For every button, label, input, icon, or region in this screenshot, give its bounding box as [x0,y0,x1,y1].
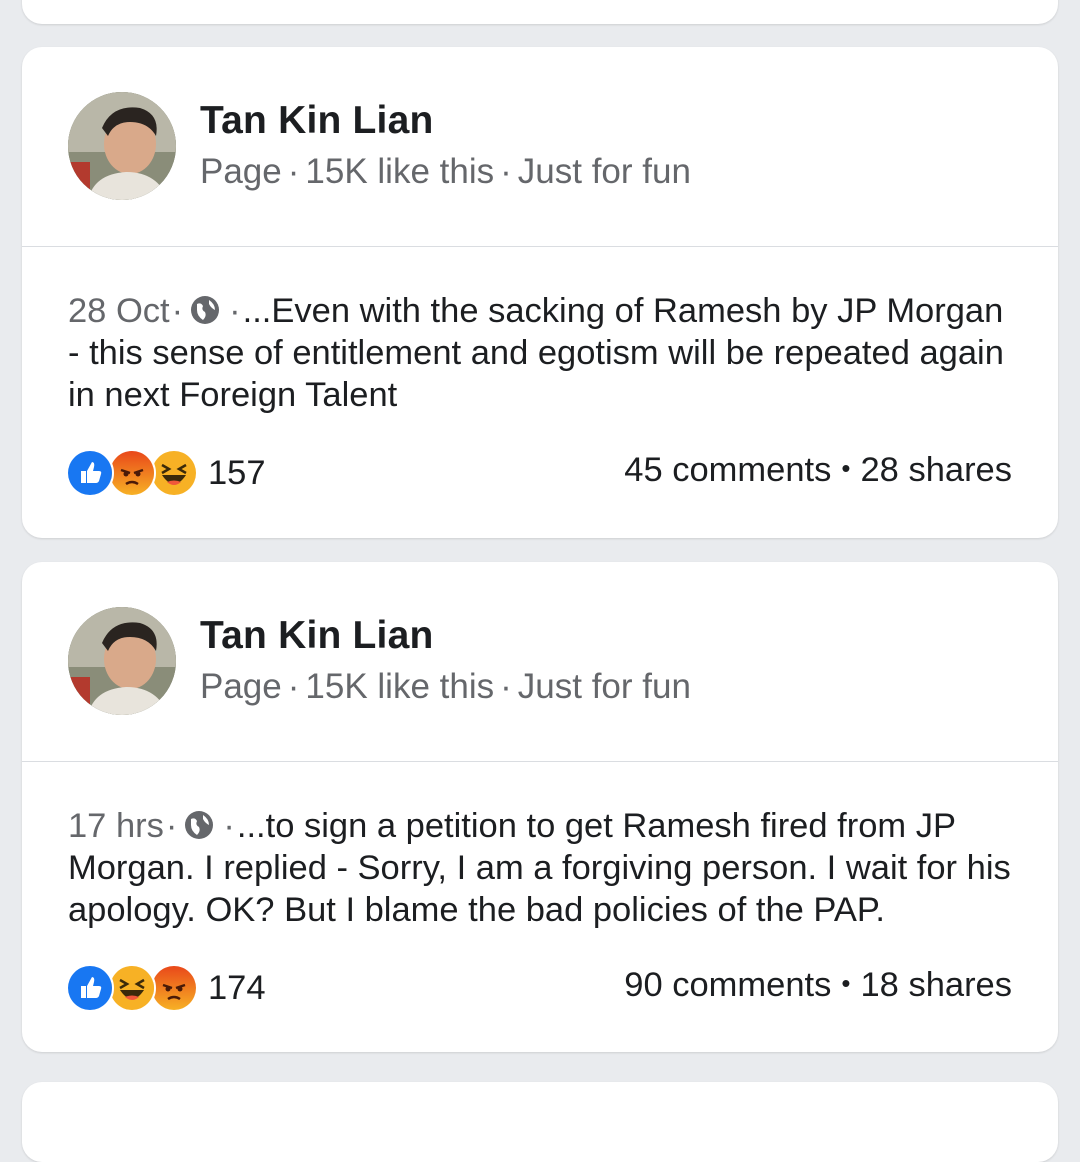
page-avatar[interactable] [68,607,176,715]
stats-separator: • [841,968,851,998]
post-stats: 90 comments • 18 shares [624,966,1012,1005]
like-reaction-icon [66,964,114,1012]
reaction-count: 157 [208,453,266,492]
post-card: Tan Kin Lian Page · 15K like this · Just for… [22,47,1058,538]
time-separator: · [165,807,178,845]
post-time[interactable]: 17 hrs [68,807,164,845]
meta-separator: · [287,152,300,191]
meta-separator: · [500,152,512,191]
page-likes: 15K like this [305,667,495,706]
comments-count[interactable]: 45 comments [624,451,831,489]
page-meta: Page · 15K like this · Just for fun [200,152,691,192]
post-text[interactable]: 17 hrs· ·...to sign a petition to get Ram… [68,805,1018,931]
text-separator: · [223,807,235,845]
post-header: Tan Kin Lian Page · 15K like this · Just for… [22,47,1058,247]
meta-separator: · [500,667,512,706]
post-header: Tan Kin Lian Page · 15K like this · Just for… [22,562,1058,762]
time-separator: · [171,292,184,330]
page-name[interactable]: Tan Kin Lian [200,614,434,658]
haha-reaction-icon [108,964,156,1012]
reaction-summary[interactable]: 174 [66,964,266,1012]
next-post-card [22,1082,1058,1162]
post-card: Tan Kin Lian Page · 15K like this · Just for… [22,562,1058,1052]
post-time[interactable]: 28 Oct [68,292,170,330]
page-type: Page [200,152,282,191]
like-reaction-icon [66,449,114,497]
reaction-count: 174 [208,968,266,1007]
globe-icon [189,294,221,326]
page-likes: 15K like this [305,152,495,191]
post-stats: 45 comments • 28 shares [624,451,1012,490]
comments-count[interactable]: 90 comments [624,966,831,1004]
meta-separator: · [287,667,300,706]
page-type: Page [200,667,282,706]
stats-separator: • [841,453,851,483]
reaction-summary[interactable]: 157 [66,449,266,497]
shares-count[interactable]: 28 shares [860,451,1012,489]
page-category: Just for fun [517,152,691,191]
previous-post-card [22,0,1058,24]
page-name[interactable]: Tan Kin Lian [200,99,434,143]
angry-reaction-icon [150,964,198,1012]
page-category: Just for fun [517,667,691,706]
text-separator: · [229,292,241,330]
haha-reaction-icon [150,449,198,497]
post-text[interactable]: 28 Oct· ·...Even with the sacking of Rame… [68,290,1018,416]
page-avatar[interactable] [68,92,176,200]
angry-reaction-icon [108,449,156,497]
page-meta: Page · 15K like this · Just for fun [200,667,691,707]
shares-count[interactable]: 18 shares [860,966,1012,1004]
globe-icon [183,809,215,841]
